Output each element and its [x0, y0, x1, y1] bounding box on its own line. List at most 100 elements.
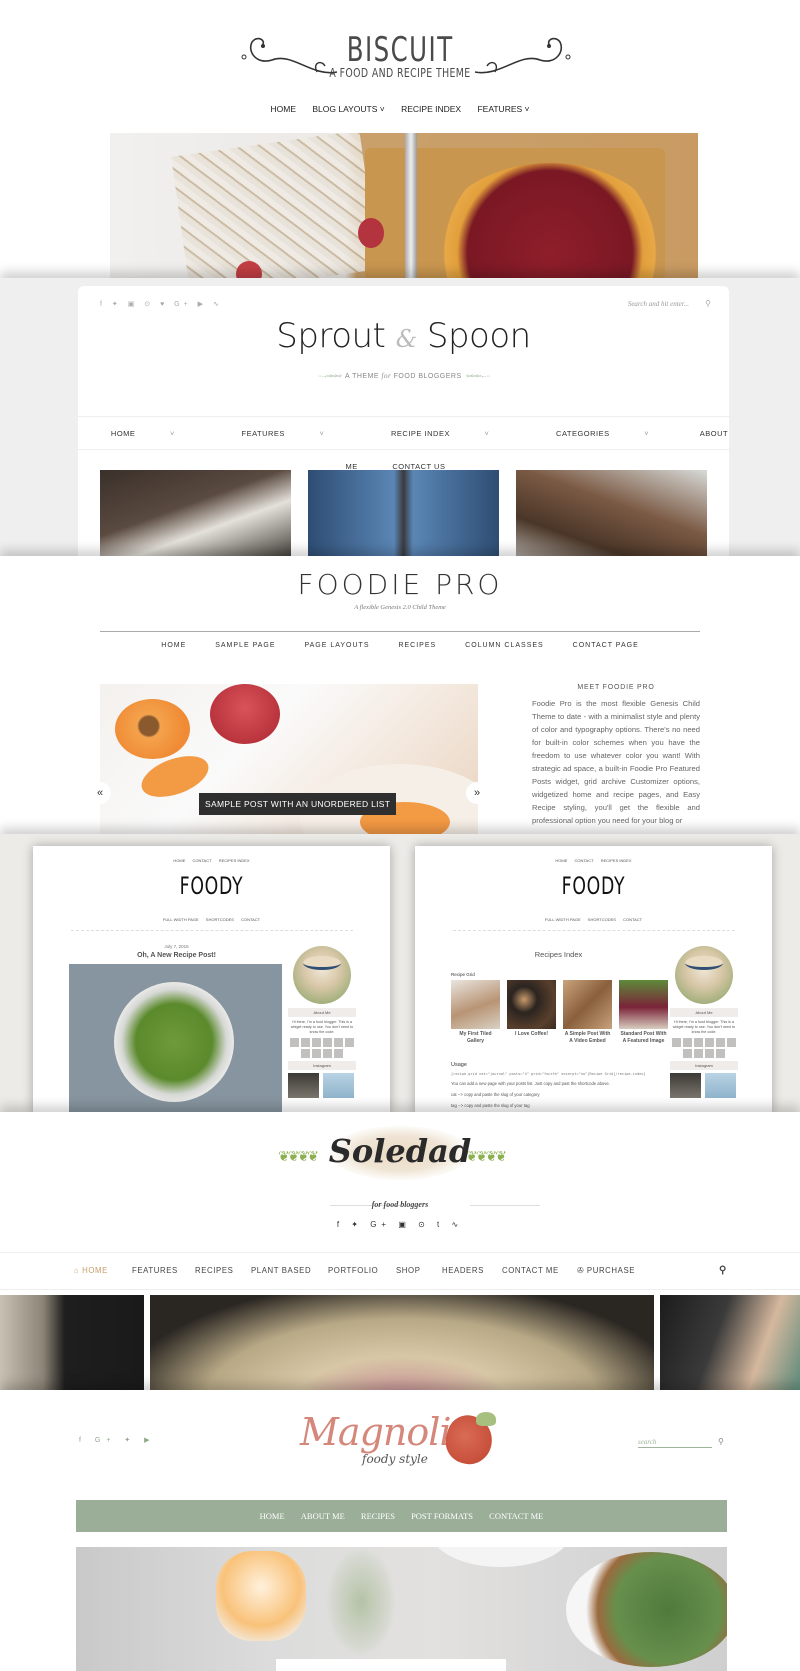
foody-logo[interactable]: FOODY — [465, 872, 722, 900]
featured-image-mug[interactable] — [100, 470, 291, 558]
heart-icon[interactable] — [683, 1038, 692, 1047]
soledad-nav-portfolio[interactable]: PORTFOLIO — [328, 1253, 378, 1289]
soledad-nav-features[interactable]: FEATURES — [132, 1253, 178, 1289]
soledad-nav-recipes[interactable]: RECIPES — [195, 1253, 233, 1289]
foody-logo[interactable]: FOODY — [83, 872, 340, 900]
magnolia-nav-home[interactable]: HOME — [260, 1511, 285, 1521]
featured-image-denim[interactable] — [308, 470, 499, 558]
foody-nav-contact[interactable]: CONTACT — [193, 858, 212, 863]
magnolia-nav-recipes[interactable]: RECIPES — [361, 1511, 395, 1521]
biscuit-logo[interactable]: BISCUIT A FOOD AND RECIPE THEME — [0, 32, 800, 80]
soledad-nav-headers[interactable]: HEADERS — [442, 1253, 484, 1289]
foody-theme-preview: HOME CONTACT RECIPES INDEX FOODY FULL WI… — [0, 834, 800, 1114]
skype-icon[interactable] — [716, 1049, 725, 1058]
instagram-photo[interactable] — [705, 1073, 736, 1098]
twitter-icon[interactable] — [312, 1038, 321, 1047]
foodie-nav-home[interactable]: HOME — [161, 642, 186, 649]
slider-caption[interactable]: SAMPLE POST WITH AN UNORDERED LIST — [199, 793, 397, 815]
sprout-nav-features[interactable]: FEATURES ˅ — [225, 429, 340, 438]
search-icon[interactable]: ⚲ — [705, 299, 711, 308]
slider-prev-button[interactable]: « — [89, 782, 111, 804]
search-icon[interactable]: ⚲ — [718, 1437, 724, 1446]
slider-image-basket[interactable] — [660, 1295, 800, 1392]
magnolia-nav-post-formats[interactable]: POST FORMATS — [411, 1511, 473, 1521]
email-icon[interactable] — [672, 1038, 681, 1047]
sprout-logo[interactable]: Sprout & Spoon — [78, 316, 729, 356]
foody-recipes-index-card: HOME CONTACT RECIPES INDEX FOODY FULL WI… — [415, 846, 772, 1114]
foody-top-nav: HOME CONTACT RECIPES INDEX — [33, 858, 390, 863]
dribbble-icon[interactable] — [694, 1049, 703, 1058]
foodie-nav-page-layouts[interactable]: PAGE LAYOUTS — [304, 642, 369, 649]
sprout-search-input[interactable]: Search and hit enter... — [628, 300, 689, 308]
salad-plate-shape — [566, 1552, 727, 1667]
foody-nav-full-width[interactable]: FULL WIDTH PAGE — [545, 917, 581, 922]
foody-nav-recipes-index[interactable]: RECIPES INDEX — [219, 858, 250, 863]
soledad-nav-contact-me[interactable]: CONTACT ME — [502, 1253, 559, 1289]
slider-image-salad-bowl[interactable] — [150, 1295, 654, 1392]
facebook-icon[interactable] — [705, 1038, 714, 1047]
magnolia-nav-about-me[interactable]: ABOUT ME — [301, 1511, 345, 1521]
biscuit-nav-recipe-index[interactable]: RECIPE INDEX — [401, 104, 461, 114]
recipe-grid-item[interactable]: I Love Coffee! — [507, 980, 556, 1045]
search-icon[interactable]: ⚲ — [719, 1253, 727, 1289]
post-title[interactable]: Oh, A New Recipe Post! — [69, 952, 284, 959]
twitter-icon[interactable] — [694, 1038, 703, 1047]
featured-image-table[interactable] — [516, 470, 707, 558]
instagram-photo[interactable] — [288, 1073, 319, 1098]
post-image-green-beans[interactable] — [69, 964, 282, 1114]
foodie-nav-sample-page[interactable]: SAMPLE PAGE — [215, 642, 275, 649]
heart-icon[interactable] — [301, 1038, 310, 1047]
recipe-grid-item[interactable]: A Simple Post With A Video Embed — [563, 980, 612, 1045]
instagram-icon[interactable] — [683, 1049, 692, 1058]
pinterest-icon[interactable] — [345, 1038, 354, 1047]
foody-nav-contact[interactable]: CONTACT — [575, 858, 594, 863]
magnolia-nav-contact-me[interactable]: CONTACT ME — [489, 1511, 543, 1521]
instagram-widget-heading: Instagram — [670, 1061, 738, 1070]
instagram-icon[interactable] — [301, 1049, 310, 1058]
recipe-grid-item[interactable]: Standard Post With A Featured Image — [619, 980, 668, 1045]
soledad-nav-shop[interactable]: SHOP — [396, 1253, 421, 1289]
magnolia-search-input[interactable]: search — [638, 1438, 712, 1448]
foodie-nav-column-classes[interactable]: COLUMN CLASSES — [465, 642, 544, 649]
about-widget-heading: About Me — [670, 1008, 738, 1017]
pinterest-icon[interactable] — [727, 1038, 736, 1047]
foody-nav-home[interactable]: HOME — [173, 858, 185, 863]
soledad-social-icons[interactable]: f ✦ G+ ▣ ⊙ t ∿ — [0, 1220, 800, 1229]
biscuit-nav-home[interactable]: HOME — [270, 104, 296, 114]
sprout-nav-recipe-index[interactable]: RECIPE INDEX ˅ — [375, 429, 505, 438]
biscuit-nav-blog-layouts[interactable]: BLOG LAYOUTS ˅ — [312, 104, 384, 114]
soledad-logo[interactable]: Soledad — [0, 1132, 800, 1170]
soledad-nav-purchase[interactable]: ✇ PURCHASE — [577, 1253, 635, 1289]
email-icon[interactable] — [290, 1038, 299, 1047]
magnolia-social-icons[interactable]: f G+ ✦ ▶ — [79, 1436, 156, 1444]
sprout-nav-categories[interactable]: CATEGORIES ˅ — [540, 429, 665, 438]
google-plus-icon[interactable] — [334, 1038, 343, 1047]
foody-nav-shortcodes[interactable]: SHORTCODES — [206, 917, 234, 922]
dribbble-icon[interactable] — [312, 1049, 321, 1058]
sprout-title-left: Sprout — [276, 316, 386, 356]
sprout-nav-home[interactable]: HOME ˅ — [95, 429, 191, 438]
foody-nav-home[interactable]: HOME — [555, 858, 567, 863]
soledad-nav-plant-based[interactable]: PLANT BASED — [251, 1253, 311, 1289]
foodie-nav-contact-page[interactable]: CONTACT PAGE — [573, 642, 639, 649]
foody-nav-recipes-index[interactable]: RECIPES INDEX — [601, 858, 632, 863]
skype-icon[interactable] — [334, 1049, 343, 1058]
recipe-grid-item[interactable]: My First Tiled Gallery — [451, 980, 500, 1045]
soledad-nav-home[interactable]: ⌂ HOME — [74, 1253, 108, 1289]
biscuit-nav-features[interactable]: FEATURES ˅ — [477, 104, 529, 114]
foody-nav-shortcodes[interactable]: SHORTCODES — [588, 917, 616, 922]
foody-nav-contact-2[interactable]: CONTACT — [623, 917, 642, 922]
flickr-icon[interactable] — [705, 1049, 714, 1058]
foodie-nav-recipes[interactable]: RECIPES — [398, 642, 436, 649]
google-plus-icon[interactable] — [716, 1038, 725, 1047]
foodie-logo[interactable]: FOODIE PRO — [0, 568, 800, 601]
sprout-social-icons[interactable]: f ✦ ▣ ⊙ ♥ G+ ▶ ∿ — [100, 300, 223, 308]
slider-next-button[interactable]: » — [466, 782, 488, 804]
facebook-icon[interactable] — [323, 1038, 332, 1047]
foody-nav-contact-2[interactable]: CONTACT — [241, 917, 260, 922]
foody-nav-full-width[interactable]: FULL WIDTH PAGE — [163, 917, 199, 922]
instagram-photo[interactable] — [323, 1073, 354, 1098]
flickr-icon[interactable] — [323, 1049, 332, 1058]
instagram-photo[interactable] — [670, 1073, 701, 1098]
slider-image-dumplings[interactable] — [0, 1295, 144, 1392]
